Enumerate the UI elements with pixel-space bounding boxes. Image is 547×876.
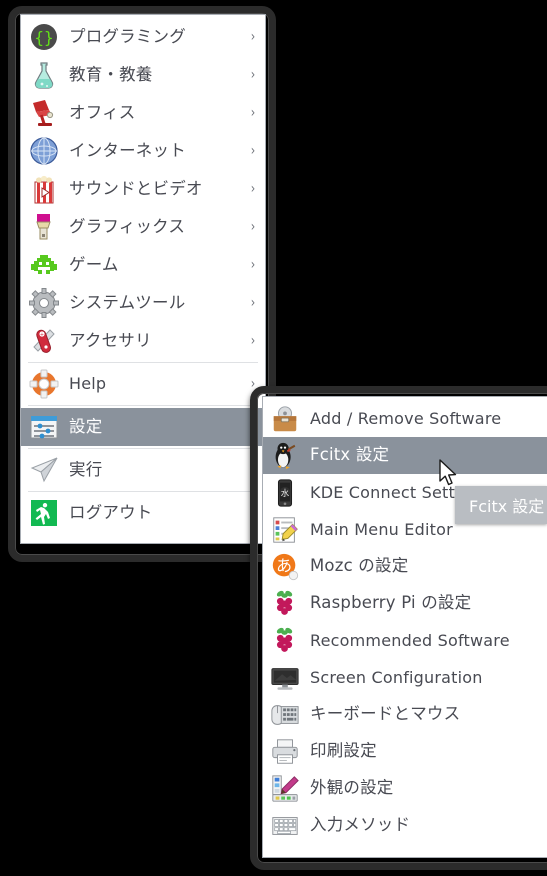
menu-item-programming[interactable]: {} プログラミング › (21, 18, 265, 56)
submenu-item-input-method[interactable]: 入力メソッド (263, 807, 547, 844)
chevron-right-icon: › (251, 181, 256, 197)
submenu-item-raspberry-pi-config[interactable]: Raspberry Pi の設定 (263, 585, 547, 622)
submenu-item-print-settings[interactable]: 印刷設定 (263, 733, 547, 770)
menu-item-label: グラフィックス (69, 216, 186, 236)
menu-item-accessories[interactable]: + アクセサリ › (21, 322, 265, 360)
menu-item-label: ゲーム (69, 254, 119, 274)
svg-text:水: 水 (281, 487, 290, 497)
games-icon (28, 249, 60, 281)
menu-item-education[interactable]: 教育・教養 › (21, 56, 265, 94)
svg-text:あ: あ (276, 555, 292, 574)
chevron-right-icon: › (251, 105, 256, 121)
main-menu-list: {} プログラミング › 教育・教養 › オフィス › インターネット › サウ… (21, 15, 265, 543)
main-menu-editor-icon (270, 515, 300, 545)
menu-item-games[interactable]: ゲーム › (21, 246, 265, 284)
screen-configuration-icon (270, 663, 300, 693)
submenu-item-appearance[interactable]: 外観の設定 (263, 770, 547, 807)
programming-icon: {} (28, 21, 60, 53)
fcitx-penguin-icon (270, 441, 300, 471)
submenu-item-mozc[interactable]: あ Mozc の設定 (263, 548, 547, 585)
submenu-item-label: 印刷設定 (310, 741, 377, 761)
raspberry-pi-icon (270, 589, 300, 619)
menu-item-label: アクセサリ (69, 330, 152, 350)
menu-item-label: Help (69, 374, 107, 393)
tooltip-text: Fcitx 設定 (469, 497, 545, 516)
system-tools-icon (28, 287, 60, 319)
menu-separator (28, 362, 258, 363)
graphics-icon (28, 211, 60, 243)
menu-item-label: サウンドとビデオ (69, 178, 203, 198)
appearance-icon (270, 774, 300, 804)
raspberry-pi-icon (270, 626, 300, 656)
menu-item-run[interactable]: 実行 (21, 451, 265, 489)
submenu-item-label: Mozc の設定 (310, 556, 409, 576)
tooltip: Fcitx 設定 (455, 486, 547, 524)
menu-item-label: オフィス (69, 102, 136, 122)
svg-text:+: + (40, 332, 44, 338)
menu-item-preferences[interactable]: 設定 › (21, 408, 265, 446)
submenu-item-screen-configuration[interactable]: Screen Configuration (263, 659, 547, 696)
menu-item-label: インターネット (69, 140, 186, 160)
keyboard-mouse-icon (270, 700, 300, 730)
menu-item-office[interactable]: オフィス › (21, 94, 265, 132)
logout-icon (28, 497, 60, 529)
menu-item-internet[interactable]: インターネット › (21, 132, 265, 170)
menu-item-sound-video[interactable]: サウンドとビデオ › (21, 170, 265, 208)
menu-separator (28, 448, 258, 449)
printer-icon (270, 737, 300, 767)
sound-video-icon (28, 173, 60, 205)
submenu-item-fcitx[interactable]: Fcitx 設定 (263, 437, 547, 474)
desktop-root: {} プログラミング › 教育・教養 › オフィス › インターネット › サウ… (0, 0, 547, 876)
submenu-item-recommended-software[interactable]: Recommended Software (263, 622, 547, 659)
chevron-right-icon: › (251, 219, 256, 235)
menu-item-label: 実行 (69, 459, 103, 479)
mouse-cursor (438, 459, 460, 489)
menu-item-logout[interactable]: ログアウト (21, 494, 265, 532)
run-icon (28, 454, 60, 486)
menu-item-label: システムツール (69, 292, 186, 312)
menu-separator (28, 491, 258, 492)
menu-item-label: ログアウト (69, 502, 153, 522)
menu-item-help[interactable]: Help › (21, 365, 265, 403)
chevron-right-icon: › (251, 143, 256, 159)
submenu-item-label: Fcitx 設定 (310, 445, 390, 465)
menu-item-label: プログラミング (69, 26, 186, 46)
submenu-item-keyboard-mouse[interactable]: キーボードとマウス (263, 696, 547, 733)
submenu-item-label: 外観の設定 (310, 778, 394, 798)
education-icon (28, 59, 60, 91)
submenu-item-label: Add / Remove Software (310, 408, 502, 428)
add-remove-software-icon (270, 404, 300, 434)
submenu-item-label: Recommended Software (310, 630, 510, 650)
submenu-item-label: Raspberry Pi の設定 (310, 593, 472, 613)
accessories-icon: + (28, 325, 60, 357)
submenu-item-add-remove-software[interactable]: Add / Remove Software (263, 400, 547, 437)
submenu-item-label: 入力メソッド (310, 815, 411, 835)
mozc-icon: あ (270, 552, 300, 582)
input-method-icon (270, 811, 300, 841)
menu-separator (28, 405, 258, 406)
preferences-icon (28, 411, 60, 443)
chevron-right-icon: › (251, 295, 256, 311)
submenu-panel: Add / Remove Software Fcitx 設定 水 KDE Con… (262, 396, 547, 858)
main-menu-panel: {} プログラミング › 教育・教養 › オフィス › インターネット › サウ… (20, 14, 266, 544)
submenu-item-label: キーボードとマウス (310, 704, 461, 724)
submenu-item-label: Screen Configuration (310, 667, 483, 687)
menu-item-system-tools[interactable]: システムツール › (21, 284, 265, 322)
svg-text:{}: {} (34, 28, 53, 47)
submenu-item-label: Main Menu Editor (310, 519, 453, 539)
menu-item-label: 設定 (69, 416, 103, 436)
submenu-list: Add / Remove Software Fcitx 設定 水 KDE Con… (263, 397, 547, 857)
office-icon (28, 97, 60, 129)
internet-icon (28, 135, 60, 167)
chevron-right-icon: › (251, 257, 256, 273)
chevron-right-icon: › (251, 333, 256, 349)
menu-item-graphics[interactable]: グラフィックス › (21, 208, 265, 246)
kde-connect-icon: 水 (270, 478, 300, 508)
help-icon (28, 368, 60, 400)
chevron-right-icon: › (251, 67, 256, 83)
menu-item-label: 教育・教養 (69, 64, 153, 84)
chevron-right-icon: › (251, 29, 256, 45)
